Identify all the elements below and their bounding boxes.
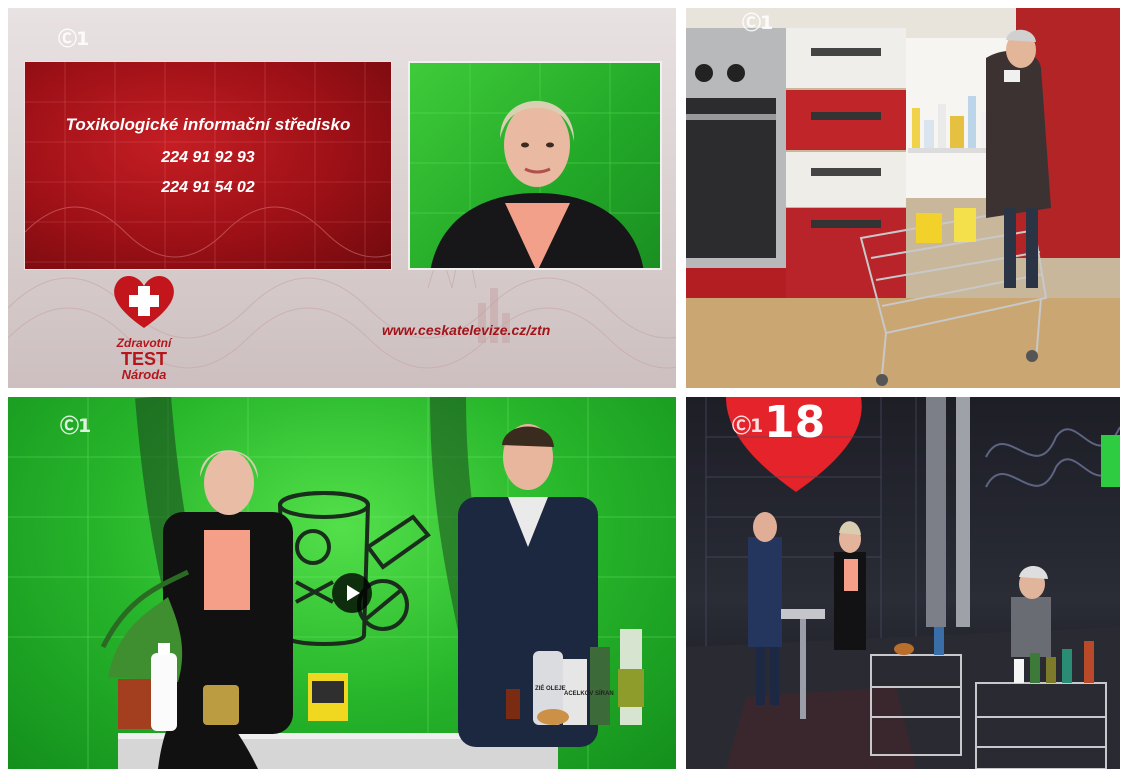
website-url: www.ceskatelevize.cz/ztn	[382, 322, 551, 338]
bottle-label-1: ZIÉ OLEJE	[535, 686, 566, 692]
brand-line-1: Zdravotní	[116, 336, 172, 350]
video-thumbnail-kitchen[interactable]: Ⓒ1	[686, 8, 1120, 388]
phone-number-1: 224 91 92 93	[161, 149, 255, 166]
channel-logo: Ⓒ1	[742, 12, 773, 34]
dark-studio-scene	[686, 397, 1120, 769]
kitchen-scene	[686, 8, 1120, 388]
brand-line-3: Národa	[121, 367, 167, 383]
bottle-label-2: ACELKOV SÍRAN	[564, 691, 614, 697]
video-thumbnail-green-studio[interactable]: ZIÉ OLEJE ACELKOV SÍRAN Ⓒ1	[8, 397, 676, 769]
channel-logo: Ⓒ1	[60, 415, 91, 437]
channel-logo: Ⓒ1	[732, 415, 763, 437]
video-thumbnail-dark-studio[interactable]: 18 Ⓒ1	[686, 397, 1120, 769]
brand-line-2: TEST	[120, 348, 167, 369]
heart-cross-icon	[114, 275, 174, 328]
presenter-figure	[410, 63, 660, 268]
info-card: Toxikologické informační středisko 224 9…	[24, 61, 392, 270]
video-thumbnail-info-board[interactable]: Ⓒ1 Toxikologické informační středisko 22…	[8, 8, 676, 388]
play-icon	[347, 585, 360, 601]
play-button[interactable]	[332, 573, 372, 613]
info-title: Toxikologické informační středisko	[65, 115, 351, 134]
channel-logo: Ⓒ1	[58, 28, 89, 50]
phone-number-2: 224 91 54 02	[161, 179, 255, 196]
presenter-video-box	[408, 61, 662, 270]
poison-can-icon	[277, 491, 431, 646]
show-brand-logo: Zdravotní TEST Národa	[108, 272, 180, 382]
counter-number: 18	[764, 397, 826, 448]
